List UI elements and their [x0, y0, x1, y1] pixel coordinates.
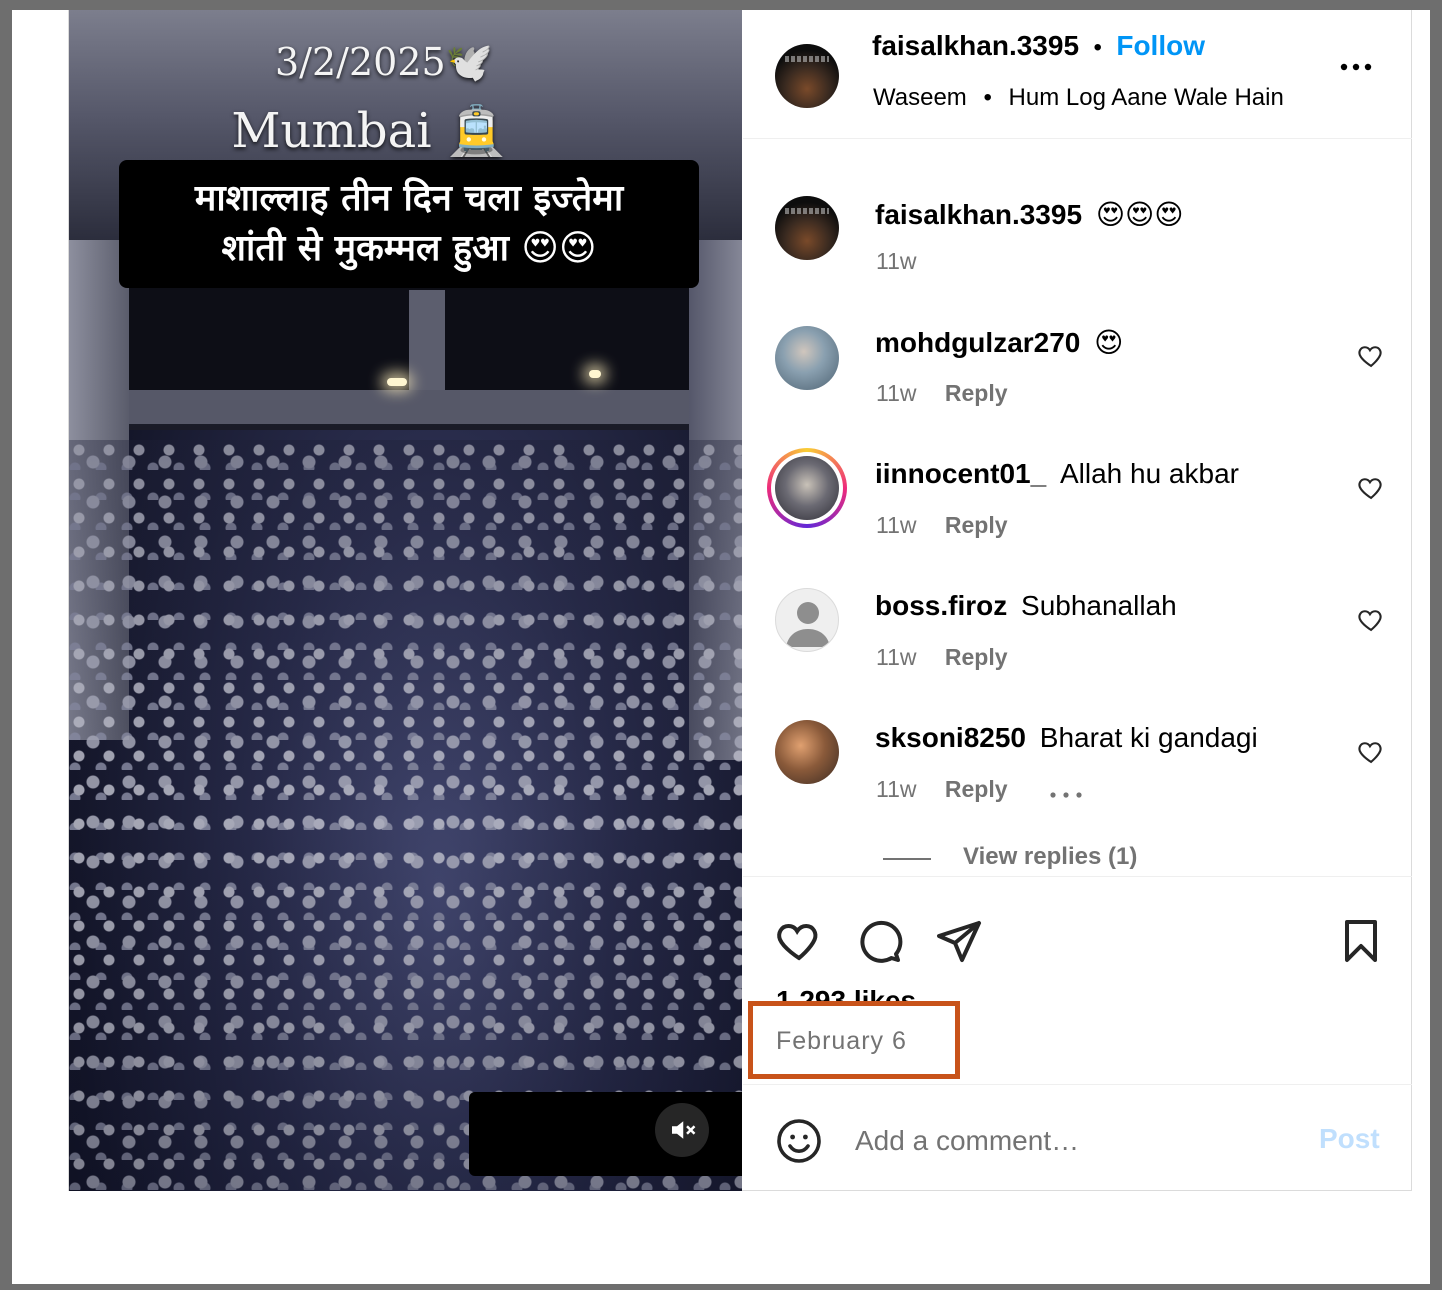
- post-side-panel: faisalkhan.3395 • Follow Waseem • Hum Lo…: [743, 10, 1412, 1191]
- comment-meta: 11w Reply: [876, 380, 1008, 407]
- mute-button[interactable]: [655, 1103, 709, 1157]
- view-replies-line: [883, 858, 931, 860]
- window-frame-bottom-gap: [12, 1276, 1430, 1284]
- author-line: faisalkhan.3395 • Follow: [872, 30, 1205, 62]
- comment-username[interactable]: boss.firoz: [875, 590, 1007, 621]
- comment-composer: Post: [743, 1084, 1412, 1191]
- comment-body: 😍😍😍: [1095, 199, 1184, 230]
- audio-artist[interactable]: Waseem: [873, 84, 967, 111]
- like-comment-heart-icon[interactable]: [1357, 738, 1385, 766]
- window-frame-left: [0, 0, 12, 1290]
- post-header: faisalkhan.3395 • Follow Waseem • Hum Lo…: [743, 10, 1412, 139]
- reply-button[interactable]: Reply: [945, 380, 1008, 406]
- reply-button[interactable]: Reply: [945, 644, 1008, 670]
- save-bookmark-icon[interactable]: [1337, 917, 1385, 965]
- instagram-post: 3/2/2025🕊️ Mumbai 🚊 माशाल्लाह तीन दिन चल…: [68, 10, 1412, 1191]
- comment-body: Subhanallah: [1021, 590, 1177, 621]
- avatar-decoration: [785, 208, 829, 214]
- comment-age[interactable]: 11w: [876, 248, 917, 274]
- window-frame-right: [1430, 0, 1442, 1290]
- more-options-button[interactable]: [1339, 60, 1373, 78]
- comment-item: iinnocent01_ Allah hu akbar: [875, 458, 1239, 490]
- comment-avatar[interactable]: [775, 720, 839, 784]
- comment-username[interactable]: mohdgulzar270: [875, 327, 1080, 358]
- video-overlay-caption: माशाल्लाह तीन दिन चला इज्तेमा शांती से म…: [119, 160, 699, 288]
- comment-username[interactable]: iinnocent01_: [875, 458, 1046, 489]
- comment-body: Allah hu akbar: [1059, 458, 1239, 489]
- comment-item: mohdgulzar270 😍: [875, 326, 1123, 359]
- video-overlay-emojis: 😍😍😍: [501, 1110, 620, 1151]
- comment-avatar[interactable]: [775, 196, 839, 260]
- comments-list[interactable]: faisalkhan.3395 😍😍😍 11w mohdgulzar270 😍 …: [743, 140, 1412, 876]
- comment-meta: 11w Reply: [876, 512, 1008, 539]
- author-avatar[interactable]: [775, 44, 839, 108]
- comment-avatar[interactable]: [775, 456, 839, 520]
- window-frame-top: [0, 0, 1442, 10]
- video-overlay-date: 3/2/2025🕊️: [275, 40, 493, 84]
- comment-age[interactable]: 11w: [876, 512, 917, 538]
- comment-body: Bharat ki gandagi: [1039, 722, 1258, 753]
- comment-item: sksoni8250 Bharat ki gandagi: [875, 722, 1258, 754]
- view-replies-button[interactable]: View replies (1): [963, 843, 1137, 871]
- caption-line-1: माशाल्लाह तीन दिन चला इज्तेमा: [194, 178, 624, 219]
- default-user-icon: [786, 602, 830, 647]
- avatar-decoration: [785, 56, 829, 62]
- like-heart-icon[interactable]: [775, 917, 823, 965]
- ellipsis-icon: [1340, 63, 1372, 71]
- header-separator: •: [1093, 34, 1102, 61]
- comment-item: boss.firoz Subhanallah: [875, 590, 1177, 622]
- audio-title[interactable]: Hum Log Aane Wale Hain: [1009, 84, 1284, 111]
- video-overlay-city: Mumbai 🚊: [231, 103, 507, 159]
- author-username[interactable]: faisalkhan.3395: [872, 30, 1079, 61]
- comment-input[interactable]: [855, 1121, 1285, 1161]
- follow-button[interactable]: Follow: [1116, 30, 1205, 61]
- post-date[interactable]: February 6: [776, 1027, 907, 1056]
- like-comment-heart-icon[interactable]: [1357, 606, 1385, 634]
- post-video[interactable]: 3/2/2025🕊️ Mumbai 🚊 माशाल्लाह तीन दिन चल…: [69, 10, 742, 1191]
- video-crowd-shade: [69, 440, 742, 1191]
- video-light: [589, 370, 601, 378]
- comment-username[interactable]: sksoni8250: [875, 722, 1026, 753]
- comment-username[interactable]: faisalkhan.3395: [875, 199, 1082, 230]
- comment-body: 😍: [1094, 327, 1124, 358]
- video-light: [387, 378, 407, 386]
- like-comment-heart-icon[interactable]: [1357, 342, 1385, 370]
- post-comment-button[interactable]: Post: [1319, 1123, 1380, 1155]
- like-comment-heart-icon[interactable]: [1357, 474, 1385, 502]
- comment-item: faisalkhan.3395 😍😍😍: [875, 198, 1183, 231]
- comment-options-button[interactable]: [1049, 786, 1083, 804]
- comment-avatar[interactable]: [775, 326, 839, 390]
- reply-button[interactable]: Reply: [945, 776, 1008, 802]
- audio-separator: •: [983, 84, 992, 111]
- video-ledge: [109, 390, 709, 424]
- comment-age[interactable]: 11w: [876, 380, 917, 406]
- audio-line[interactable]: Waseem • Hum Log Aane Wale Hain: [873, 84, 1284, 112]
- comment-avatar[interactable]: [775, 588, 839, 652]
- speaker-muted-icon: [672, 1121, 696, 1139]
- reply-button[interactable]: Reply: [945, 512, 1008, 538]
- ellipsis-icon: [1050, 792, 1082, 798]
- comment-age[interactable]: 11w: [876, 644, 917, 670]
- comment-meta: 11w Reply: [876, 644, 1008, 671]
- comment-meta: 11w: [876, 248, 917, 275]
- post-actions: 1,293 likes February 6: [743, 876, 1412, 1090]
- comment-age[interactable]: 11w: [876, 776, 917, 802]
- share-paper-plane-icon[interactable]: [935, 917, 983, 965]
- caption-line-2: शांती से मुकम्मल हुआ 😍😍: [221, 228, 597, 269]
- comment-meta: 11w Reply: [876, 776, 1008, 803]
- emoji-picker-icon[interactable]: [775, 1117, 823, 1165]
- comment-bubble-icon[interactable]: [855, 917, 903, 965]
